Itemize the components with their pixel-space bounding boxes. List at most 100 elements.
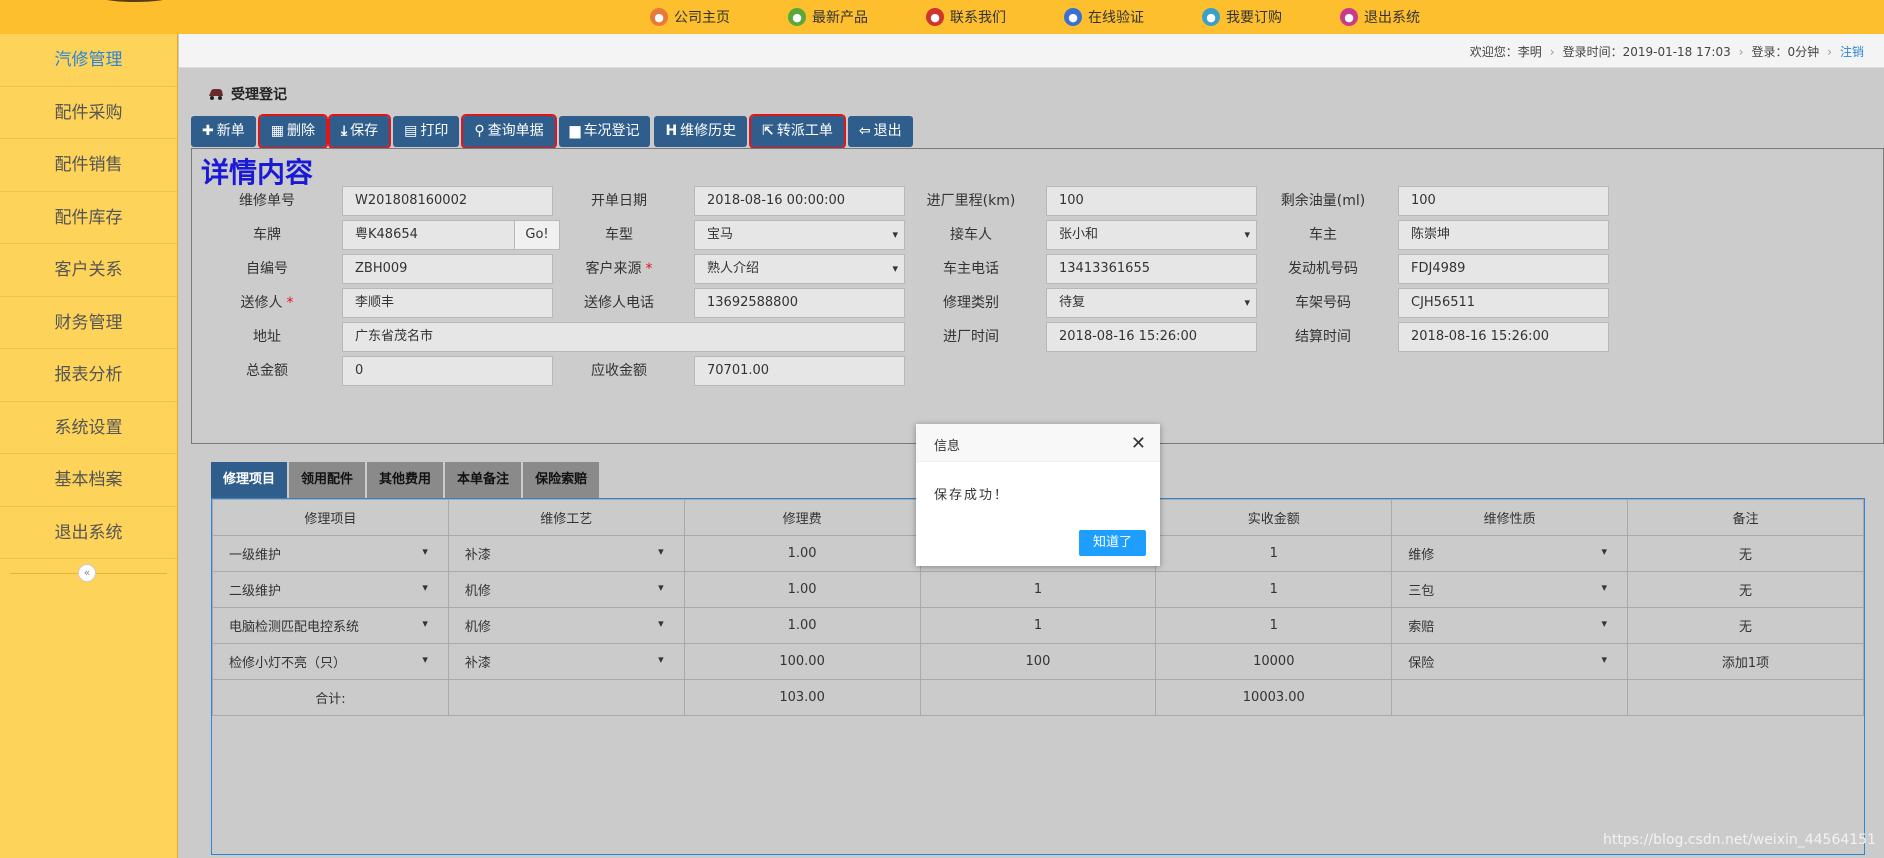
sidebar-item[interactable]: 报表分析 [0,349,177,402]
toolbar-icon: ⇦ [858,123,871,139]
table-cell[interactable]: 二级维护 [212,571,449,608]
sidebar-item[interactable]: 配件库存 [0,192,177,244]
top-nav-item[interactable]: ● 退出系统 [1340,7,1420,27]
top-nav-item[interactable]: ● 在线验证 [1064,7,1144,27]
table-cell[interactable]: 无 [1627,607,1864,644]
receivable-label: 应收金额 [591,363,647,379]
top-nav-item[interactable]: ● 最新产品 [788,7,868,27]
required-mark: * [286,295,294,311]
verify-icon: ● [1064,8,1082,26]
sidebar-item[interactable]: 退出系统 [0,507,177,559]
self-no-field[interactable]: ZBH009 [342,254,553,284]
sidebar-item[interactable]: 财务管理 [0,297,177,349]
info-dialog: 信息 ✕ 保存成功！ 知道了 [916,424,1160,566]
owner-field[interactable]: 陈崇坤 [1398,220,1609,250]
table-cell[interactable]: 1 [1155,607,1393,644]
source-select[interactable]: 熟人介绍 [694,254,905,284]
chevron-right-icon: › [1827,44,1832,59]
top-nav-item[interactable]: ● 公司主页 [650,7,730,27]
sidebar-item[interactable]: 基本档案 [0,454,177,507]
frame-no-field[interactable]: CJH56511 [1398,288,1609,318]
table-cell[interactable]: 补漆 [447,643,685,680]
table-cell[interactable]: 补漆 [447,535,685,572]
toolbar-button[interactable]: ⚲ 查询单据 [461,114,557,149]
table-cell[interactable]: 保险 [1391,643,1629,680]
tab[interactable]: 修理项目 [211,462,288,498]
table-cell[interactable]: 10000 [1155,643,1393,680]
toolbar-button[interactable]: H 维修历史 [654,116,748,147]
settle-time-field[interactable]: 2018-08-16 15:26:00 [1398,322,1609,352]
model-label: 车型 [605,227,633,243]
table-cell[interactable]: 维修 [1391,535,1629,572]
tab[interactable]: 领用配件 [289,462,366,498]
top-nav-item[interactable]: ● 联系我们 [926,7,1006,27]
table-cell[interactable]: 机修 [447,607,685,644]
toolbar-button[interactable]: ▤ 打印 [393,116,460,147]
plate-field[interactable]: 粤K48654 [342,220,515,250]
table-cell[interactable]: 1 [919,571,1157,608]
table-cell[interactable]: 添加1项 [1627,643,1864,680]
sender-field[interactable]: 李顺丰 [342,288,553,318]
table-cell[interactable]: 三包 [1391,571,1629,608]
tab[interactable]: 本单备注 [445,462,522,498]
engine-no-field[interactable]: FDJ4989 [1398,254,1609,284]
table-cell[interactable]: 100.00 [683,643,921,680]
chevron-right-icon: › [1738,44,1744,59]
sender-phone-field[interactable]: 13692588800 [694,288,905,318]
total-field[interactable]: 0 [342,356,553,386]
top-nav-item[interactable]: ● 我要订购 [1202,7,1282,27]
toolbar-label: 转派工单 [776,123,833,139]
toolbar-label: 打印 [420,123,449,139]
toolbar-button[interactable]: ⇱ 转派工单 [749,114,846,149]
order-no-label: 维修单号 [239,193,295,209]
repair-type-select[interactable]: 待复 [1046,288,1257,318]
user-info-bar: 欢迎您：李明 › 登录时间：2019-01-18 17:03 › 登录：0分钟 … [179,34,1884,68]
tab[interactable]: 其他费用 [367,462,444,498]
toolbar-button[interactable]: ✚ 新单 [191,116,256,147]
receiver-select[interactable]: 张小和 [1046,220,1257,250]
fuel-field[interactable]: 100 [1398,186,1609,216]
receivable-field[interactable]: 70701.00 [694,356,905,386]
open-date-field[interactable]: 2018-08-16 00:00:00 [694,186,905,216]
chevron-right-icon: › [1549,44,1555,59]
table-cell[interactable]: 检修小灯不亮（只） [212,643,449,680]
table-cell[interactable]: 1 [1155,535,1393,572]
sidebar-item[interactable]: 汽修管理 [0,34,177,87]
table-cell[interactable]: 1 [919,607,1157,644]
table-cell[interactable]: 1 [1155,571,1393,608]
table-cell[interactable]: 1.00 [683,535,921,572]
toolbar-button[interactable]: ▦ 删除 [257,114,328,149]
address-field[interactable]: 广东省茂名市 [342,322,905,352]
logout-link[interactable]: 注销 [1840,43,1864,60]
top-nav-menu: ● 公司主页 ● 最新产品 ● 联系我们 ● 在线验证 ● 我要订购 ● 退出系统 [650,0,1478,34]
toolbar-button[interactable]: ▆ 车况登记 [558,116,651,147]
entry-time-field[interactable]: 2018-08-16 15:26:00 [1046,322,1257,352]
table-cell[interactable]: 无 [1627,571,1864,608]
sidebar-item[interactable]: 配件销售 [0,139,177,192]
toolbar-button[interactable]: ⤓ 保存 [327,114,392,149]
table-cell[interactable]: 索赔 [1391,607,1629,644]
table-cell[interactable]: 电脑检测匹配电控系统 [212,607,449,644]
collapse-icon[interactable]: « [78,564,96,582]
sidebar-item[interactable]: 系统设置 [0,402,177,454]
owner-phone-label: 车主电话 [943,261,999,277]
car-icon [209,89,223,100]
table-cell[interactable]: 100 [919,643,1157,680]
mileage-field[interactable]: 100 [1046,186,1257,216]
toolbar-button[interactable]: ⇦ 退出 [847,116,913,147]
sidebar-item[interactable]: 配件采购 [0,87,177,139]
table-cell[interactable]: 1.00 [683,571,921,608]
table-cell[interactable]: 机修 [447,571,685,608]
tab[interactable]: 保险索赔 [523,462,600,498]
table-cell[interactable]: 一级维护 [212,535,449,572]
model-select[interactable]: 宝马 [694,220,905,250]
source-label: 客户来源 * [585,261,653,277]
order-no-field[interactable]: W201808160002 [342,186,553,216]
table-cell[interactable]: 1.00 [683,607,921,644]
owner-phone-field[interactable]: 13413361655 [1046,254,1257,284]
close-icon[interactable]: ✕ [1131,433,1146,454]
table-cell[interactable]: 无 [1627,535,1864,572]
sidebar-collapse[interactable]: « [0,559,177,587]
ok-button[interactable]: 知道了 [1078,530,1146,556]
sidebar-item[interactable]: 客户关系 [0,244,177,297]
